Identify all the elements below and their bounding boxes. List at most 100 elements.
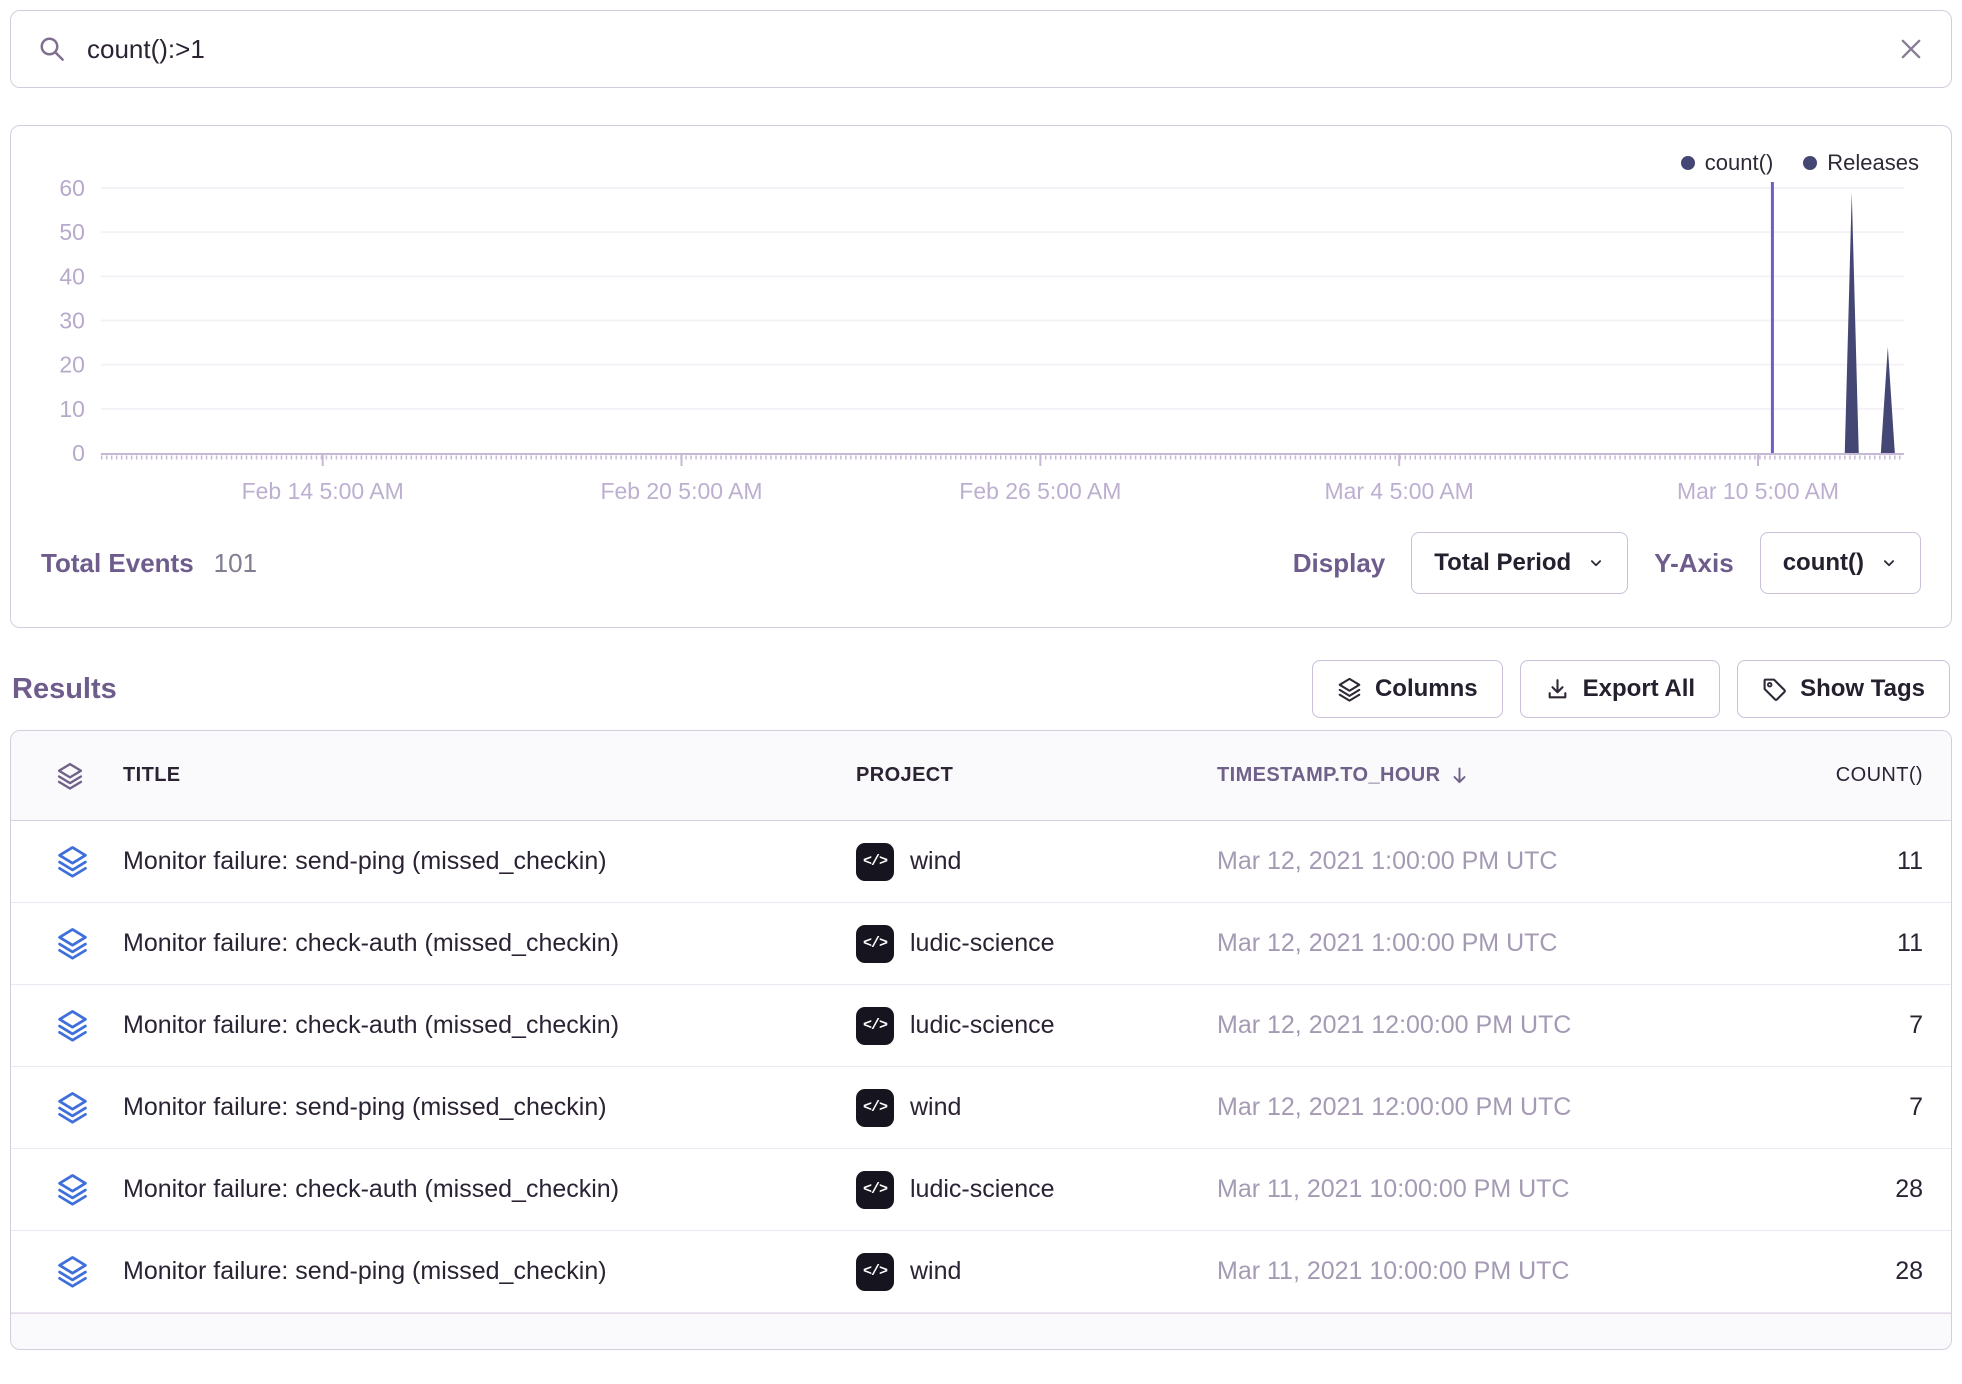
project-name: wind: [910, 1257, 961, 1286]
sort-descending-icon: [1449, 765, 1470, 786]
project-name: ludic-science: [910, 1175, 1055, 1204]
total-events-label: Total Events: [41, 548, 194, 579]
chart-footer: Total Events 101 Display Total Period Y-…: [11, 511, 1951, 615]
search-icon: [37, 34, 67, 64]
event-title[interactable]: Monitor failure: send-ping (missed_check…: [91, 1257, 826, 1286]
count-value: 7: [1716, 1011, 1951, 1040]
svg-text:10: 10: [59, 396, 85, 422]
row-icon-cell: [11, 927, 91, 960]
chevron-down-icon: [1587, 554, 1605, 572]
project-name: wind: [910, 1093, 961, 1122]
count-value: 11: [1716, 929, 1951, 958]
y-axis-dropdown[interactable]: count(): [1760, 532, 1921, 594]
search-input[interactable]: [85, 33, 1879, 66]
table-footer-strip: [11, 1313, 1951, 1349]
timestamp-value: Mar 12, 2021 12:00:00 PM UTC: [1186, 1093, 1716, 1122]
project-cell: </> wind: [826, 1089, 1186, 1127]
event-title[interactable]: Monitor failure: check-auth (missed_chec…: [91, 929, 826, 958]
platform-code-icon: </>: [856, 1007, 894, 1045]
count-value: 7: [1716, 1093, 1951, 1122]
results-header: Results Columns Export All Show Tags: [12, 660, 1950, 718]
table-row[interactable]: Monitor failure: send-ping (missed_check…: [11, 1067, 1951, 1149]
row-icon-cell: [11, 845, 91, 878]
project-cell: </> ludic-science: [826, 1007, 1186, 1045]
table-row[interactable]: Monitor failure: check-auth (missed_chec…: [11, 1149, 1951, 1231]
chart-legend: count() Releases: [1681, 150, 1919, 176]
header-project[interactable]: PROJECT: [826, 764, 1186, 787]
event-title[interactable]: Monitor failure: send-ping (missed_check…: [91, 1093, 826, 1122]
legend-item-count[interactable]: count(): [1681, 150, 1773, 176]
count-value: 28: [1716, 1257, 1951, 1286]
count-value: 28: [1716, 1175, 1951, 1204]
layers-icon: [1337, 677, 1362, 702]
table-row[interactable]: Monitor failure: check-auth (missed_chec…: [11, 985, 1951, 1067]
platform-code-icon: </>: [856, 843, 894, 881]
events-chart-panel: count() Releases 0102030405060Feb 14 5:0…: [10, 125, 1952, 628]
timestamp-value: Mar 12, 2021 1:00:00 PM UTC: [1186, 929, 1716, 958]
table-row[interactable]: Monitor failure: check-auth (missed_chec…: [11, 903, 1951, 985]
header-timestamp[interactable]: TIMESTAMP.TO_HOUR: [1186, 764, 1716, 787]
project-cell: </> wind: [826, 843, 1186, 881]
close-icon[interactable]: [1897, 35, 1925, 63]
event-title[interactable]: Monitor failure: check-auth (missed_chec…: [91, 1175, 826, 1204]
columns-button[interactable]: Columns: [1312, 660, 1503, 718]
total-events: Total Events 101: [41, 548, 257, 579]
stack-icon: [56, 1255, 89, 1288]
svg-text:40: 40: [59, 263, 85, 289]
export-all-button[interactable]: Export All: [1520, 660, 1720, 718]
stack-icon: [56, 845, 89, 878]
show-tags-button[interactable]: Show Tags: [1737, 660, 1950, 718]
svg-text:20: 20: [59, 352, 85, 378]
event-title[interactable]: Monitor failure: check-auth (missed_chec…: [91, 1011, 826, 1040]
table-row[interactable]: Monitor failure: send-ping (missed_check…: [11, 1231, 1951, 1313]
project-name: ludic-science: [910, 1011, 1055, 1040]
platform-code-icon: </>: [856, 1253, 894, 1291]
columns-button-label: Columns: [1375, 675, 1478, 703]
table-row[interactable]: Monitor failure: send-ping (missed_check…: [11, 821, 1951, 903]
results-table: TITLE PROJECT TIMESTAMP.TO_HOUR COUNT() …: [10, 730, 1952, 1350]
results-actions: Columns Export All Show Tags: [1312, 660, 1950, 718]
stack-icon: [56, 762, 84, 790]
legend-item-releases[interactable]: Releases: [1803, 150, 1919, 176]
results-title: Results: [12, 673, 117, 706]
count-value: 11: [1716, 847, 1951, 876]
row-icon-cell: [11, 1009, 91, 1042]
platform-code-icon: </>: [856, 925, 894, 963]
event-title[interactable]: Monitor failure: send-ping (missed_check…: [91, 847, 826, 876]
project-cell: </> wind: [826, 1253, 1186, 1291]
platform-code-icon: </>: [856, 1171, 894, 1209]
svg-text:0: 0: [72, 440, 85, 466]
chart-controls: Display Total Period Y-Axis count(): [1293, 532, 1921, 594]
project-name: ludic-science: [910, 929, 1055, 958]
y-axis-label: Y-Axis: [1654, 548, 1734, 579]
header-count[interactable]: COUNT(): [1716, 764, 1951, 787]
legend-label-count: count(): [1705, 150, 1773, 176]
timestamp-value: Mar 11, 2021 10:00:00 PM UTC: [1186, 1257, 1716, 1286]
project-cell: </> ludic-science: [826, 925, 1186, 963]
svg-text:Mar 10 5:00 AM: Mar 10 5:00 AM: [1677, 478, 1839, 504]
table-header-row: TITLE PROJECT TIMESTAMP.TO_HOUR COUNT(): [11, 731, 1951, 821]
show-tags-button-label: Show Tags: [1800, 675, 1925, 703]
svg-text:60: 60: [59, 175, 85, 201]
download-icon: [1545, 677, 1570, 702]
tag-icon: [1762, 677, 1787, 702]
events-chart[interactable]: 0102030405060Feb 14 5:00 AMFeb 20 5:00 A…: [11, 126, 1951, 511]
display-dropdown-value: Total Period: [1434, 549, 1571, 577]
platform-code-icon: </>: [856, 1089, 894, 1127]
header-timestamp-label: TIMESTAMP.TO_HOUR: [1217, 764, 1441, 787]
header-title[interactable]: TITLE: [91, 764, 826, 787]
svg-text:Feb 26 5:00 AM: Feb 26 5:00 AM: [959, 478, 1121, 504]
svg-text:Mar 4 5:00 AM: Mar 4 5:00 AM: [1325, 478, 1474, 504]
timestamp-value: Mar 11, 2021 10:00:00 PM UTC: [1186, 1175, 1716, 1204]
display-dropdown[interactable]: Total Period: [1411, 532, 1628, 594]
display-label: Display: [1293, 548, 1386, 579]
stack-icon: [56, 1091, 89, 1124]
svg-text:Feb 20 5:00 AM: Feb 20 5:00 AM: [600, 478, 762, 504]
row-icon-cell: [11, 1255, 91, 1288]
legend-dot-releases-icon: [1803, 156, 1817, 170]
svg-text:50: 50: [59, 219, 85, 245]
stack-icon: [56, 1009, 89, 1042]
timestamp-value: Mar 12, 2021 12:00:00 PM UTC: [1186, 1011, 1716, 1040]
project-name: wind: [910, 847, 961, 876]
stack-icon: [56, 1173, 89, 1206]
